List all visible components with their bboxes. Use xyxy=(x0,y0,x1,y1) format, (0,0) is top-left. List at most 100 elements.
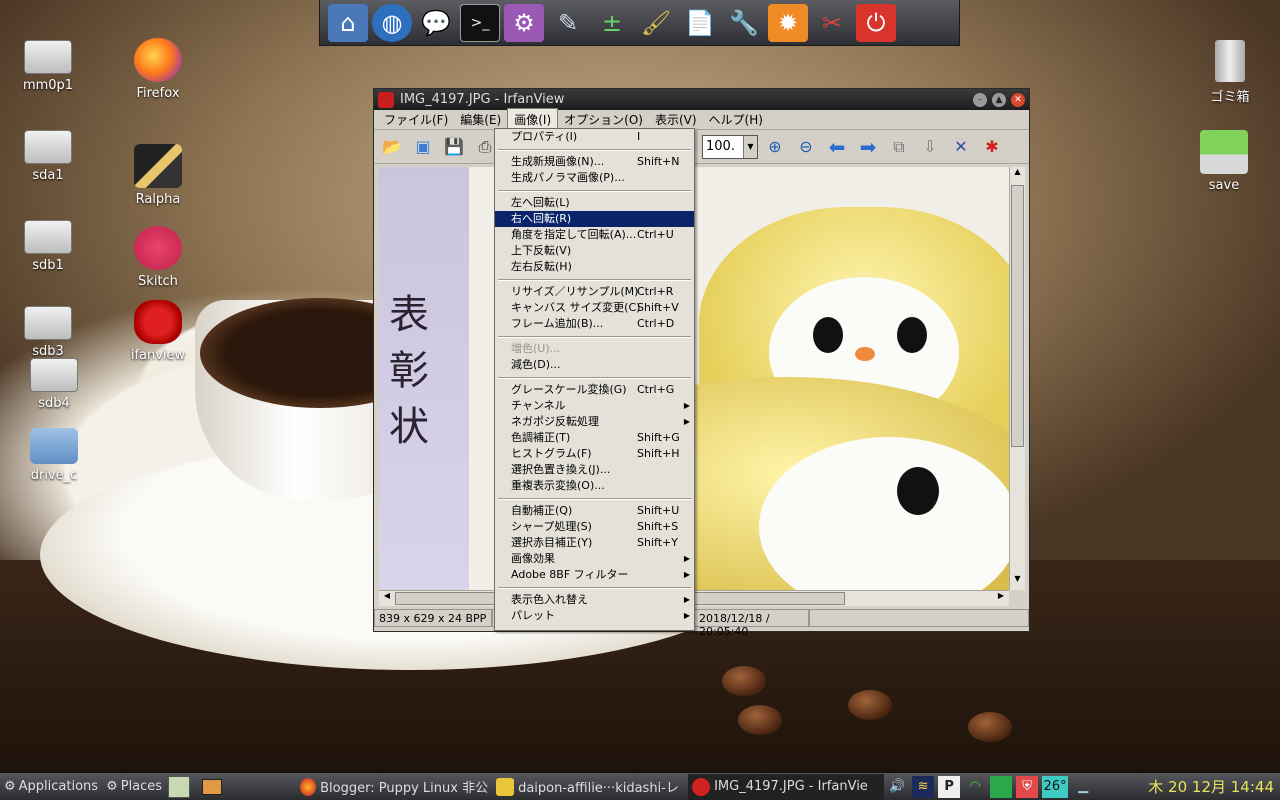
applications-menu[interactable]: ⚙ Applications xyxy=(0,774,102,800)
task-irfanview[interactable]: IMG_4197.JPG - IrfanVie xyxy=(688,773,885,800)
workspace-switcher[interactable] xyxy=(192,774,232,800)
menu-item[interactable]: 減色(D)... xyxy=(495,357,694,373)
desktop-icon-drive-c[interactable]: drive_c xyxy=(14,424,94,483)
menu-item[interactable]: 生成パノラマ画像(P)... xyxy=(495,170,694,186)
paint-icon[interactable]: 🖌 xyxy=(636,4,676,42)
vertical-scroll-thumb[interactable] xyxy=(1011,185,1024,447)
open-folder-icon[interactable]: 📂 xyxy=(378,133,406,161)
menu-item[interactable]: 左右反転(H) xyxy=(495,259,694,275)
system-settings-icon[interactable]: ✹ xyxy=(768,3,808,42)
menu-view[interactable]: 表示(V) xyxy=(649,109,703,130)
menu-item[interactable]: 表示色入れ替え ▶ xyxy=(495,592,694,608)
slideshow-icon[interactable]: ▣ xyxy=(409,133,437,161)
task-daipon[interactable]: daipon-affilie···kidashi-レ xyxy=(492,774,688,800)
close-button[interactable]: ✕ xyxy=(1011,92,1025,107)
menu-options[interactable]: オプション(O) xyxy=(558,109,649,130)
wifi-icon[interactable]: ◠ xyxy=(964,776,986,798)
calculator-icon[interactable]: ± xyxy=(592,4,632,42)
menu-item[interactable]: パレット ▶ xyxy=(495,608,694,624)
previous-image-icon[interactable]: ⬅ xyxy=(823,133,851,161)
desktop-icon-firefox[interactable]: Firefox xyxy=(118,38,198,101)
menu-item[interactable]: ヒストグラム(F) Shift+H xyxy=(495,446,694,462)
scroll-left-icon[interactable]: ◀ xyxy=(379,591,395,600)
menu-item[interactable]: プロパティ(I) I xyxy=(495,129,694,145)
tools-icon[interactable]: 🔧 xyxy=(724,4,764,42)
cpu-graph-icon[interactable]: ▁ xyxy=(1072,776,1094,798)
menu-item[interactable]: 自動補正(Q) Shift+U xyxy=(495,503,694,519)
desktop-icon-sdb3[interactable]: sdb3 xyxy=(8,300,88,359)
scroll-down-icon[interactable]: ▼ xyxy=(1010,574,1025,590)
network-monitor-icon[interactable]: ≋ xyxy=(912,775,935,798)
desktop-icon-ralpha[interactable]: Ralpha xyxy=(118,144,198,207)
desktop-icon-label: Skitch xyxy=(138,274,178,289)
globe-icon[interactable]: ◍ xyxy=(372,3,412,42)
desktop-icon-mm0p1[interactable]: mm0p1 xyxy=(8,34,88,93)
menu-item[interactable]: 色調補正(T) Shift+G xyxy=(495,430,694,446)
settings-icon[interactable]: ⚙ xyxy=(504,3,544,42)
menu-item-label: 左右反転(H) xyxy=(511,260,572,273)
menu-item[interactable]: ネガポジ反転処理 ▶ xyxy=(495,414,694,430)
submenu-arrow-icon: ▶ xyxy=(683,611,690,620)
menu-item[interactable]: 上下反転(V) xyxy=(495,243,694,259)
next-image-icon[interactable]: ➡ xyxy=(854,133,882,161)
irfanview-about-icon[interactable]: ✱ xyxy=(978,133,1006,161)
menu-item[interactable]: チャンネル ▶ xyxy=(495,398,694,414)
temperature-indicator[interactable]: 26° xyxy=(1042,775,1069,798)
clock[interactable]: 木 20 12月 14:44 xyxy=(1142,776,1280,797)
shield-icon[interactable]: ⛨ xyxy=(1016,775,1039,798)
menu-item[interactable]: 選択赤目補正(Y) Shift+Y xyxy=(495,535,694,551)
text-editor-icon[interactable]: ✎ xyxy=(548,4,588,42)
swiss-knife-icon[interactable]: ✂ xyxy=(812,4,852,42)
save-disk-icon[interactable]: 💾 xyxy=(440,133,468,161)
vertical-scrollbar[interactable]: ▲ ▼ xyxy=(1009,167,1025,590)
document-icon[interactable]: 📄 xyxy=(680,4,720,42)
minimize-button[interactable]: – xyxy=(973,92,987,107)
task-blogger[interactable]: Blogger: Puppy Linux 非公 xyxy=(296,774,492,800)
zoom-in-icon[interactable]: ⊕ xyxy=(761,133,789,161)
window-titlebar[interactable]: IMG_4197.JPG - IrfanView – ▲ ✕ xyxy=(374,89,1029,110)
menu-item[interactable]: Adobe 8BF フィルター ▶ xyxy=(495,567,694,583)
menu-item[interactable]: 重複表示変換(O)... xyxy=(495,478,694,494)
desktop-icon-irfanview[interactable]: ifanview xyxy=(118,300,198,363)
properties-tools-icon[interactable]: ✕ xyxy=(947,133,975,161)
zoom-combobox[interactable]: 100. ▼ xyxy=(702,134,758,159)
menu-item[interactable]: 選択色置き換え(J)... xyxy=(495,462,694,478)
menu-item[interactable]: グレースケール変換(G) Ctrl+G xyxy=(495,382,694,398)
desktop-icon-sdb4[interactable]: sdb4 xyxy=(14,352,94,411)
show-desktop-icon[interactable] xyxy=(168,775,191,798)
menu-item[interactable]: シャープ処理(S) Shift+S xyxy=(495,519,694,535)
home-icon[interactable]: ⌂ xyxy=(328,3,368,42)
scroll-up-icon[interactable]: ▲ xyxy=(1010,167,1025,183)
chevron-down-icon[interactable]: ▼ xyxy=(743,135,757,158)
menu-item[interactable]: 右へ回転(R) xyxy=(495,211,694,227)
menu-item[interactable]: 左へ回転(L) xyxy=(495,195,694,211)
copy-icon[interactable]: ⧉ xyxy=(885,133,913,161)
desktop-icon-sdb1[interactable]: sdb1 xyxy=(8,214,88,273)
plush-eye xyxy=(897,317,927,353)
chat-icon[interactable]: 💬 xyxy=(416,4,456,42)
battery-icon[interactable] xyxy=(990,775,1013,798)
maximize-button[interactable]: ▲ xyxy=(992,92,1006,107)
menu-item[interactable]: 生成新規画像(N)... Shift+N xyxy=(495,154,694,170)
desktop-icon-save[interactable]: save xyxy=(1184,130,1264,193)
menu-help[interactable]: ヘルプ(H) xyxy=(703,109,769,130)
menu-item-shortcut: Shift+V xyxy=(637,301,679,314)
puppy-package-icon[interactable]: P xyxy=(938,775,961,798)
power-icon[interactable]: ⏻ xyxy=(856,3,896,42)
terminal-icon[interactable]: >_ xyxy=(460,3,500,42)
menu-file[interactable]: ファイル(F) xyxy=(378,109,454,130)
zoom-out-icon[interactable]: ⊖ xyxy=(792,133,820,161)
scroll-right-icon[interactable]: ▶ xyxy=(993,591,1009,600)
menu-edit[interactable]: 編集(E) xyxy=(454,109,507,130)
menu-item[interactable]: リサイズ／リサンプル(M) Ctrl+R xyxy=(495,284,694,300)
volume-icon[interactable]: 🔊 xyxy=(886,776,908,798)
places-menu[interactable]: ⚙ Places xyxy=(102,774,166,800)
menu-item[interactable]: 画像効果 ▶ xyxy=(495,551,694,567)
menu-item[interactable]: フレーム追加(B)... Ctrl+D xyxy=(495,316,694,332)
paste-icon[interactable]: ⇩ xyxy=(916,133,944,161)
desktop-icon-sda1[interactable]: sda1 xyxy=(8,124,88,183)
desktop-icon-trash[interactable]: ゴミ箱 xyxy=(1190,40,1270,105)
desktop-icon-skitch[interactable]: Skitch xyxy=(118,226,198,289)
menu-item[interactable]: 角度を指定して回転(A)... Ctrl+U xyxy=(495,227,694,243)
menu-item[interactable]: キャンバス サイズ変更(C) Shift+V xyxy=(495,300,694,316)
